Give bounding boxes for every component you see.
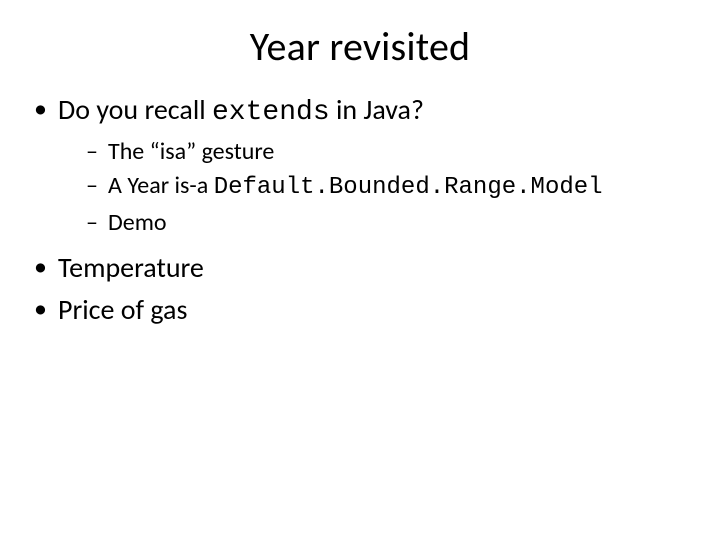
bullet-price-of-gas: Price of gas <box>30 291 690 329</box>
subbullet-demo: Demo <box>86 207 690 239</box>
bullet-recall-extends: Do you recall extends in Java? The “isa”… <box>30 91 690 239</box>
code-default-bounded-range-model: Default.Bounded.Range.Model <box>214 174 603 201</box>
text-fragment: The “isa” gesture <box>108 137 274 166</box>
text-fragment: Price of gas <box>58 292 187 327</box>
code-extends: extends <box>212 97 330 128</box>
slide-title: Year revisited <box>0 0 720 81</box>
bullet-list-level1: Do you recall extends in Java? The “isa”… <box>30 91 690 329</box>
text-fragment: Do you recall <box>58 92 212 127</box>
subbullet-isa-gesture: The “isa” gesture <box>86 136 690 168</box>
bullet-temperature: Temperature <box>30 249 690 287</box>
text-fragment: A Year is-a <box>108 171 214 200</box>
bullet-list-level2: The “isa” gesture A Year is-a Default.Bo… <box>58 136 690 239</box>
text-fragment: Demo <box>108 208 167 237</box>
subbullet-year-isa: A Year is-a Default.Bounded.Range.Model <box>86 170 690 204</box>
text-fragment: Temperature <box>58 250 204 285</box>
slide-body: Do you recall extends in Java? The “isa”… <box>0 81 720 329</box>
slide: Year revisited Do you recall extends in … <box>0 0 720 540</box>
text-fragment: in Java? <box>330 92 424 127</box>
